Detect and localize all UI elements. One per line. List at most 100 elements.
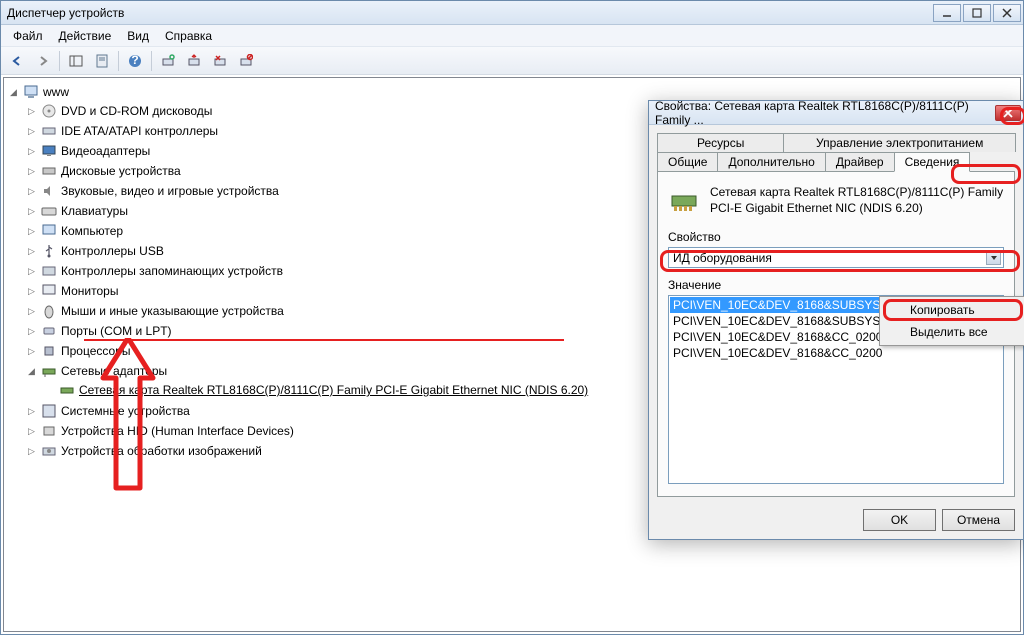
mouse-icon <box>41 303 57 319</box>
expand-icon[interactable]: ▷ <box>26 126 37 137</box>
tabs-row-2: Общие Дополнительно Драйвер Сведения <box>657 152 1015 171</box>
menubar: Файл Действие Вид Справка <box>1 25 1023 47</box>
node-label: Компьютер <box>61 224 123 238</box>
imaging-icon <box>41 443 57 459</box>
help-button[interactable]: ? <box>123 49 147 73</box>
dialog-title: Свойства: Сетевая карта Realtek RTL8168C… <box>655 99 995 127</box>
minimize-button[interactable] <box>933 4 961 22</box>
expand-icon[interactable]: ▷ <box>26 306 37 317</box>
properties-button[interactable] <box>90 49 114 73</box>
menu-help[interactable]: Справка <box>157 27 220 45</box>
node-label: Системные устройства <box>61 404 190 418</box>
usb-icon <box>41 243 57 259</box>
system-icon <box>41 403 57 419</box>
node-label: Звуковые, видео и игровые устройства <box>61 184 279 198</box>
network-icon <box>41 363 57 379</box>
collapse-icon[interactable]: ◢ <box>26 366 37 377</box>
disk-icon <box>41 163 57 179</box>
tab-driver[interactable]: Драйвер <box>825 152 895 171</box>
expand-icon[interactable]: ▷ <box>26 226 37 237</box>
expand-icon[interactable]: ▷ <box>26 426 37 437</box>
property-dropdown[interactable]: ИД оборудования <box>668 247 1004 268</box>
back-button[interactable] <box>5 49 29 73</box>
scan-hardware-button[interactable] <box>156 49 180 73</box>
node-label: Контроллеры USB <box>61 244 164 258</box>
node-label: IDE ATA/ATAPI контроллеры <box>61 124 218 138</box>
expand-icon[interactable]: ▷ <box>26 286 37 297</box>
disable-button[interactable] <box>234 49 258 73</box>
ide-icon <box>41 123 57 139</box>
node-label: Клавиатуры <box>61 204 128 218</box>
forward-button[interactable] <box>31 49 55 73</box>
menu-file[interactable]: Файл <box>5 27 51 45</box>
value-label: Значение <box>668 278 1004 292</box>
device-info-text: Сетевая карта Realtek RTL8168C(P)/8111C(… <box>710 184 1004 216</box>
menu-view[interactable]: Вид <box>119 27 157 45</box>
expand-icon[interactable]: ▷ <box>26 406 37 417</box>
context-select-all[interactable]: Выделить все <box>882 321 1024 343</box>
update-driver-button[interactable] <box>182 49 206 73</box>
node-label: Видеоадаптеры <box>61 144 150 158</box>
context-copy[interactable]: Копировать <box>882 299 1024 321</box>
ok-button[interactable]: OK <box>863 509 936 531</box>
nic-icon <box>59 382 75 398</box>
device-info-icon <box>668 184 700 216</box>
expand-icon[interactable]: ▷ <box>26 106 37 117</box>
node-label: Мониторы <box>61 284 118 298</box>
dialog-close-button[interactable] <box>995 105 1021 121</box>
audio-icon <box>41 183 57 199</box>
expand-icon[interactable]: ▷ <box>26 326 37 337</box>
node-label: Устройства HID (Human Interface Devices) <box>61 424 294 438</box>
main-titlebar[interactable]: Диспетчер устройств <box>1 1 1023 25</box>
property-group: Свойство ИД оборудования <box>668 230 1004 268</box>
dialog-titlebar[interactable]: Свойства: Сетевая карта Realtek RTL8168C… <box>649 101 1023 125</box>
expand-icon[interactable]: ▷ <box>26 446 37 457</box>
svg-text:?: ? <box>131 54 138 67</box>
menu-action[interactable]: Действие <box>51 27 120 45</box>
show-hide-tree-button[interactable] <box>64 49 88 73</box>
list-item[interactable]: PCI\VEN_10EC&DEV_8168&CC_0200 <box>670 345 1002 361</box>
computer-icon <box>23 84 39 100</box>
collapse-icon[interactable]: ◢ <box>8 87 19 98</box>
expand-icon[interactable]: ▷ <box>26 346 37 357</box>
tab-details[interactable]: Сведения <box>894 152 971 172</box>
context-menu: Копировать Выделить все <box>879 296 1024 346</box>
cd-icon <box>41 103 57 119</box>
node-label: DVD и CD-ROM дисководы <box>61 104 212 118</box>
tab-advanced[interactable]: Дополнительно <box>717 152 825 171</box>
computer-icon <box>41 223 57 239</box>
expand-icon[interactable]: ▷ <box>26 266 37 277</box>
expand-icon[interactable]: ▷ <box>26 166 37 177</box>
tabs-row-1: Ресурсы Управление электропитанием <box>657 133 1015 152</box>
display-icon <box>41 143 57 159</box>
node-label: Процессоры <box>61 344 131 358</box>
expand-icon[interactable]: ▷ <box>26 206 37 217</box>
keyboard-icon <box>41 203 57 219</box>
expand-icon[interactable]: ▷ <box>26 246 37 257</box>
dialog-buttons: OK Отмена <box>649 501 1023 539</box>
window-title: Диспетчер устройств <box>7 6 124 20</box>
window-controls <box>931 4 1021 22</box>
ports-icon <box>41 323 57 339</box>
storage-icon <box>41 263 57 279</box>
node-label: Устройства обработки изображений <box>61 444 262 458</box>
node-label: Контроллеры запоминающих устройств <box>61 264 283 278</box>
monitor-icon <box>41 283 57 299</box>
toolbar: ? <box>1 47 1023 75</box>
property-dropdown-value: ИД оборудования <box>673 251 772 265</box>
hid-icon <box>41 423 57 439</box>
node-label: Мыши и иные указывающие устройства <box>61 304 284 318</box>
node-label: Сетевые адаптеры <box>61 364 167 378</box>
cancel-button[interactable]: Отмена <box>942 509 1015 531</box>
expand-icon[interactable]: ▷ <box>26 146 37 157</box>
uninstall-button[interactable] <box>208 49 232 73</box>
tab-resources[interactable]: Ресурсы <box>657 133 784 152</box>
cpu-icon <box>41 343 57 359</box>
expand-icon[interactable]: ▷ <box>26 186 37 197</box>
tab-power[interactable]: Управление электропитанием <box>783 133 1016 152</box>
tab-general[interactable]: Общие <box>657 152 718 171</box>
close-button[interactable] <box>993 4 1021 22</box>
maximize-button[interactable] <box>963 4 991 22</box>
tree-root-label: www <box>43 85 69 99</box>
node-label: Порты (COM и LPT) <box>61 324 172 338</box>
